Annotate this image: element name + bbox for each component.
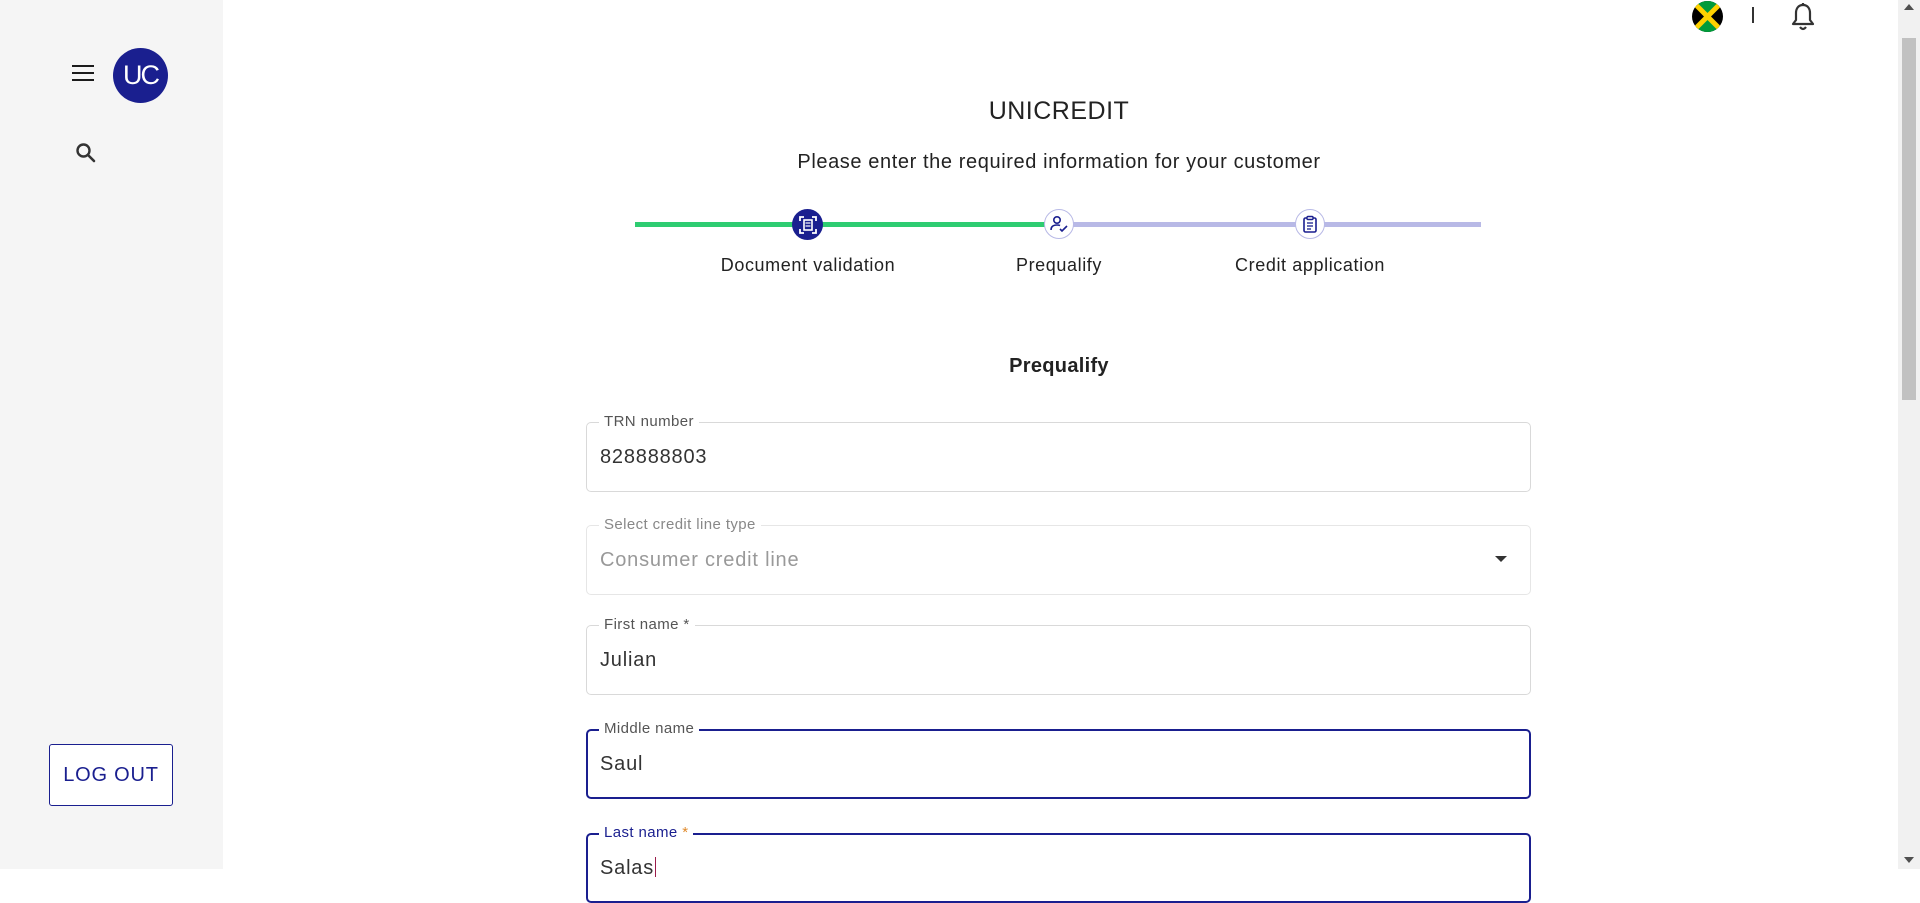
required-marker: *	[682, 824, 689, 841]
middle-name-field[interactable]: Middle name	[586, 721, 1531, 799]
last-name-label-text: Last name	[604, 824, 678, 841]
last-name-value: Salas	[600, 857, 655, 879]
hamburger-menu-icon[interactable]	[70, 64, 96, 84]
text-caret	[655, 857, 657, 877]
logo-text: UC	[123, 60, 160, 90]
app-logo[interactable]: UC	[113, 48, 168, 103]
step-label-credit-application[interactable]: Credit application	[1180, 255, 1440, 276]
bell-icon[interactable]	[1790, 2, 1816, 32]
logout-button[interactable]: LOG OUT	[49, 744, 173, 806]
page-subtitle: Please enter the required information fo…	[797, 151, 1321, 173]
first-name-label-text: First name	[604, 616, 679, 633]
document-scan-icon[interactable]	[792, 209, 823, 240]
step-label-document-validation[interactable]: Document validation	[678, 255, 938, 276]
user-check-icon[interactable]	[1044, 209, 1074, 239]
topbar-separator	[1752, 7, 1754, 23]
chevron-down-icon[interactable]	[1495, 556, 1507, 562]
section-title: Prequalify	[1009, 355, 1109, 377]
page-title: UNICREDIT	[988, 97, 1130, 125]
scrollbar-thumb[interactable]	[1902, 38, 1916, 400]
stepper-progress-completed	[635, 222, 1058, 227]
last-name-field[interactable]: Last name * Salas	[586, 825, 1531, 903]
trn-number-field[interactable]: TRN number	[586, 414, 1531, 492]
stepper-progress-pending	[1058, 222, 1481, 227]
scroll-up-icon[interactable]	[1904, 4, 1914, 10]
sidebar: UC LOG OUT	[0, 0, 223, 869]
clipboard-icon[interactable]	[1295, 209, 1325, 239]
scroll-down-icon[interactable]	[1904, 857, 1914, 863]
last-name-label: Last name *	[599, 824, 694, 841]
middle-name-input[interactable]	[600, 753, 1500, 776]
credit-line-type-value: Consumer credit line	[600, 549, 800, 571]
first-name-label: First name *	[599, 617, 695, 633]
trn-number-input[interactable]	[600, 446, 1500, 469]
trn-number-label: TRN number	[599, 414, 699, 430]
first-name-field[interactable]: First name *	[586, 617, 1531, 695]
credit-line-type-label: Select credit line type	[599, 517, 761, 533]
middle-name-label: Middle name	[599, 721, 700, 737]
jamaica-flag-icon[interactable]	[1692, 1, 1723, 32]
step-label-prequalify[interactable]: Prequalify	[929, 255, 1189, 276]
first-name-input[interactable]	[600, 649, 1500, 672]
credit-line-type-select[interactable]: Select credit line type Consumer credit …	[586, 517, 1531, 595]
